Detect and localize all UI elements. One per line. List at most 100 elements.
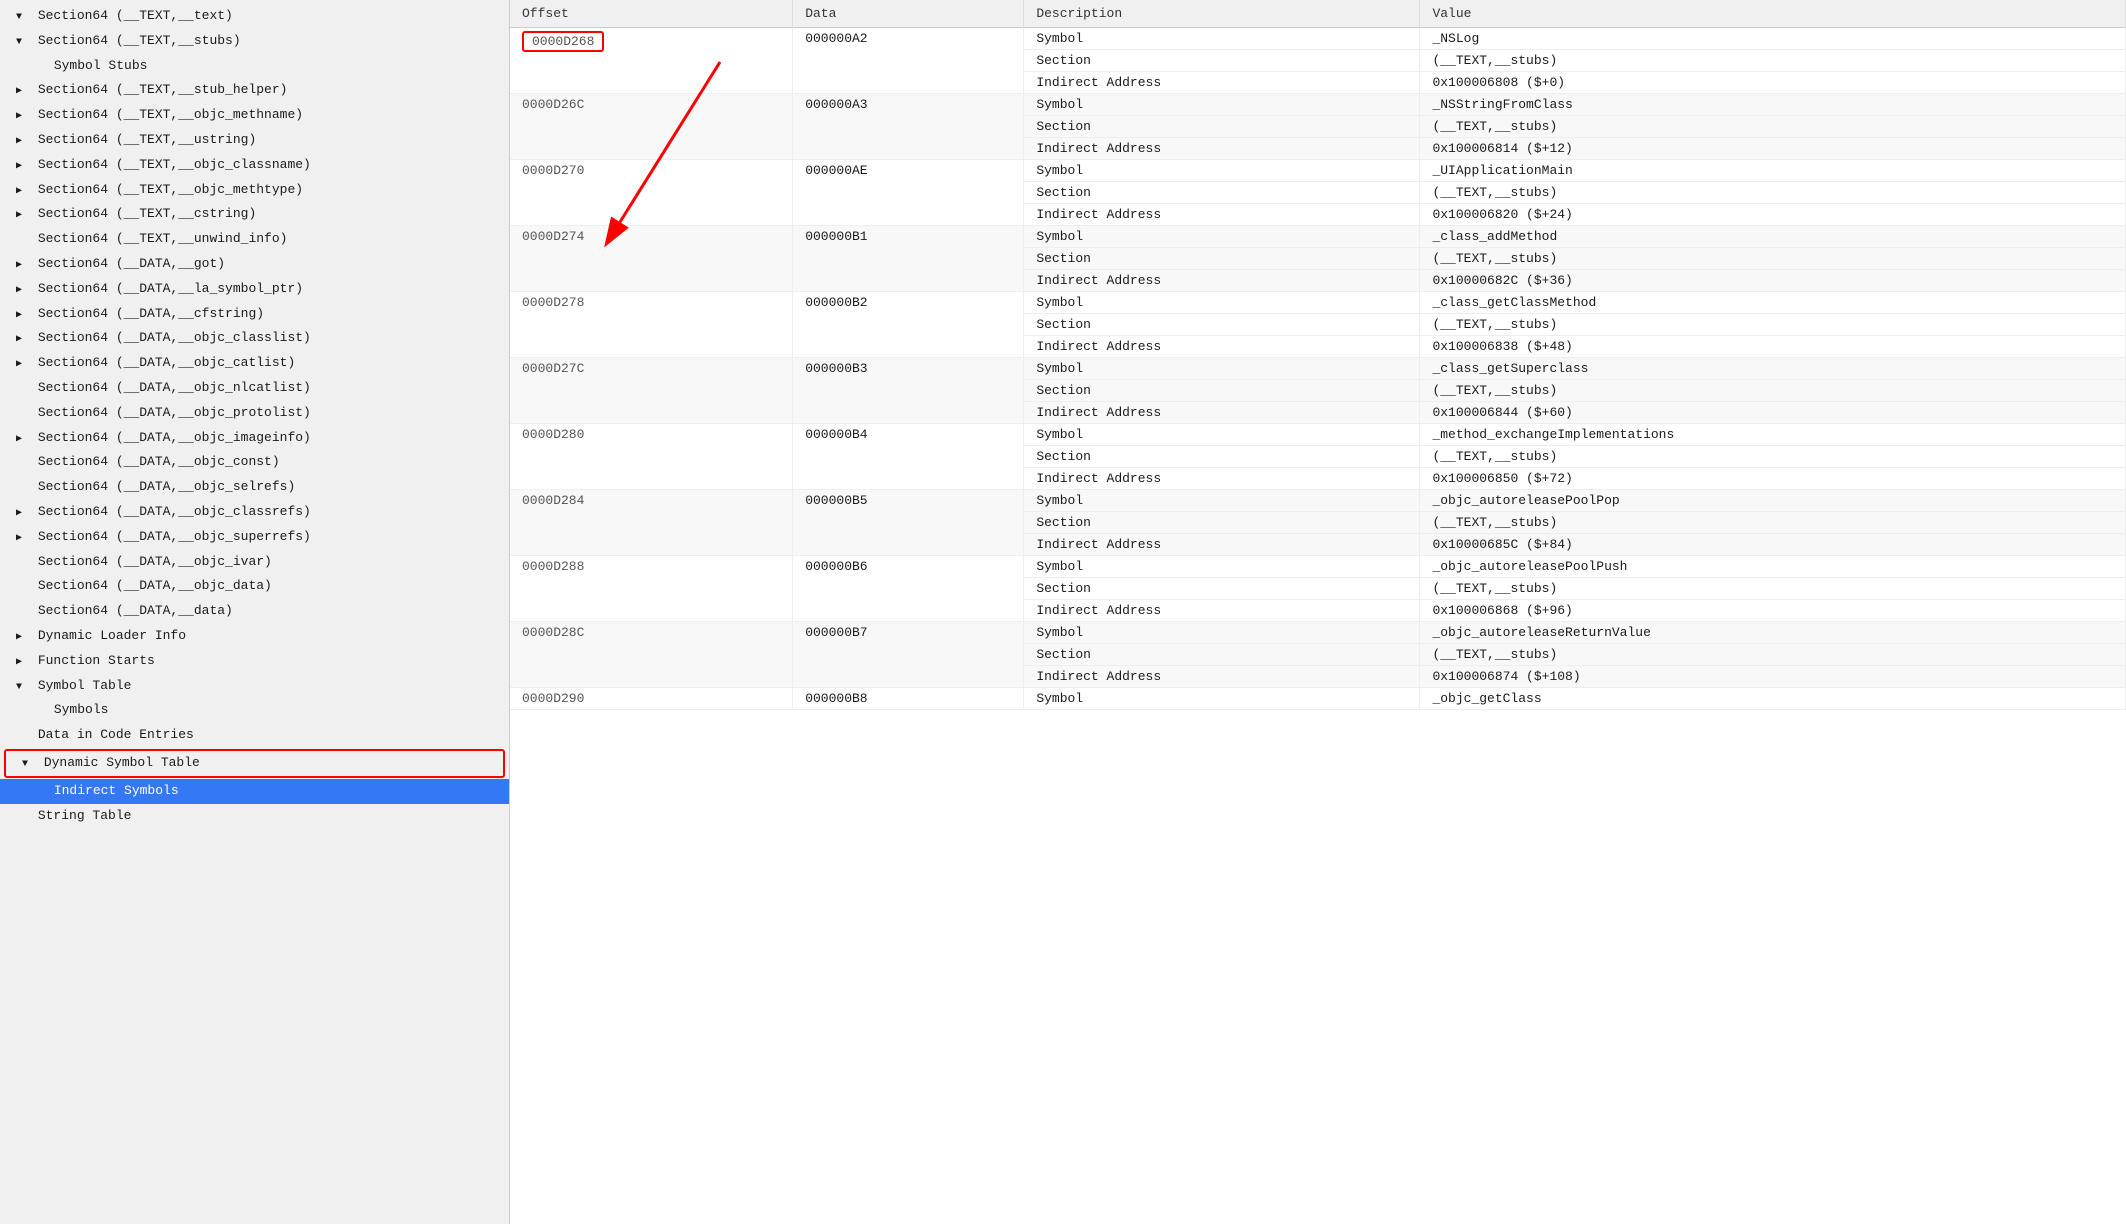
offset-cell: 0000D280 (510, 424, 793, 490)
value-cell: (__TEXT,__stubs) (1420, 248, 2126, 270)
sidebar-item-section64-text-stub-helper[interactable]: Section64 (__TEXT,__stub_helper) (0, 78, 509, 103)
description-cell: Section (1024, 644, 1420, 666)
table-row: 0000D268000000A2Symbol_NSLog (510, 28, 2126, 50)
sidebar-item-label: Section64 (__DATA,__objc_classlist) (38, 330, 311, 345)
sidebar-item-label: Symbol Stubs (54, 58, 148, 73)
description-cell: Symbol (1024, 556, 1420, 578)
table-row: 0000D274000000B1Symbol_class_addMethod (510, 226, 2126, 248)
expand-icon (16, 651, 30, 672)
sidebar-item-section64-data-objc-protolist[interactable]: Section64 (__DATA,__objc_protolist) (0, 401, 509, 426)
sidebar-item-label: Section64 (__DATA,__objc_selrefs) (38, 479, 295, 494)
sidebar-item-symbol-stubs[interactable]: Symbol Stubs (0, 54, 509, 79)
description-cell: Indirect Address (1024, 72, 1420, 94)
main-content: Offset Data Description Value 0000D26800… (510, 0, 2126, 1224)
value-cell: 0x100006844 ($+60) (1420, 402, 2126, 424)
sidebar-item-data-in-code-entries[interactable]: Data in Code Entries (0, 723, 509, 748)
value-cell: (__TEXT,__stubs) (1420, 182, 2126, 204)
expand-icon (16, 204, 30, 225)
value-cell: 0x10000682C ($+36) (1420, 270, 2126, 292)
table-row: 0000D27C000000B3Symbol_class_getSupercla… (510, 358, 2126, 380)
description-cell: Symbol (1024, 292, 1420, 314)
description-cell: Section (1024, 248, 1420, 270)
data-cell: 000000B5 (793, 490, 1024, 556)
description-cell: Symbol (1024, 622, 1420, 644)
table-row: 0000D288000000B6Symbol_objc_autoreleaseP… (510, 556, 2126, 578)
sidebar-item-section64-text-ustring[interactable]: Section64 (__TEXT,__ustring) (0, 128, 509, 153)
sidebar-item-section64-data-objc-classrefs[interactable]: Section64 (__DATA,__objc_classrefs) (0, 500, 509, 525)
sidebar-item-section64-data-cfstring[interactable]: Section64 (__DATA,__cfstring) (0, 302, 509, 327)
sidebar-item-label: Section64 (__TEXT,__objc_classname) (38, 157, 311, 172)
sidebar-item-label: Section64 (__DATA,__got) (38, 256, 225, 271)
description-cell: Indirect Address (1024, 138, 1420, 160)
sidebar-item-label: Section64 (__DATA,__objc_imageinfo) (38, 430, 311, 445)
description-cell: Symbol (1024, 688, 1420, 710)
description-cell: Symbol (1024, 424, 1420, 446)
sidebar-item-string-table[interactable]: String Table (0, 804, 509, 829)
sidebar-item-dynamic-symbol-table[interactable]: Dynamic Symbol Table (4, 749, 505, 778)
sidebar-item-label: Section64 (__DATA,__cfstring) (38, 306, 264, 321)
expand-icon (16, 130, 30, 151)
description-cell: Section (1024, 578, 1420, 600)
data-cell: 000000A2 (793, 28, 1024, 94)
sidebar-item-section64-data-objc-classlist[interactable]: Section64 (__DATA,__objc_classlist) (0, 326, 509, 351)
data-cell: 000000A3 (793, 94, 1024, 160)
value-cell: (__TEXT,__stubs) (1420, 578, 2126, 600)
sidebar-item-function-starts[interactable]: Function Starts (0, 649, 509, 674)
description-cell: Section (1024, 116, 1420, 138)
sidebar-item-section64-data-objc-data[interactable]: Section64 (__DATA,__objc_data) (0, 574, 509, 599)
sidebar-item-label: Section64 (__TEXT,__objc_methtype) (38, 182, 303, 197)
expand-icon (16, 279, 30, 300)
description-cell: Section (1024, 380, 1420, 402)
sidebar-item-section64-data-objc-const[interactable]: Section64 (__DATA,__objc_const) (0, 450, 509, 475)
value-cell: (__TEXT,__stubs) (1420, 116, 2126, 138)
value-cell: (__TEXT,__stubs) (1420, 50, 2126, 72)
data-cell: 000000B2 (793, 292, 1024, 358)
sidebar-item-section64-data-objc-selrefs[interactable]: Section64 (__DATA,__objc_selrefs) (0, 475, 509, 500)
description-cell: Section (1024, 182, 1420, 204)
sidebar-item-section64-data-got[interactable]: Section64 (__DATA,__got) (0, 252, 509, 277)
sidebar-item-section64-text-text[interactable]: Section64 (__TEXT,__text) (0, 4, 509, 29)
sidebar-item-label: Symbol Table (38, 678, 132, 693)
table-row: 0000D26C000000A3Symbol_NSStringFromClass (510, 94, 2126, 116)
sidebar-item-label: Section64 (__DATA,__objc_catlist) (38, 355, 295, 370)
highlighted-offset: 0000D268 (522, 31, 604, 52)
sidebar-item-section64-data-objc-ivar[interactable]: Section64 (__DATA,__objc_ivar) (0, 550, 509, 575)
sidebar-item-section64-data-objc-nlcatlist[interactable]: Section64 (__DATA,__objc_nlcatlist) (0, 376, 509, 401)
sidebar-item-symbols[interactable]: Symbols (0, 698, 509, 723)
sidebar-item-section64-data-la-symbol-ptr[interactable]: Section64 (__DATA,__la_symbol_ptr) (0, 277, 509, 302)
sidebar-item-section64-text-cstring[interactable]: Section64 (__TEXT,__cstring) (0, 202, 509, 227)
expand-icon (16, 31, 30, 52)
sidebar-item-section64-text-objc-methtype[interactable]: Section64 (__TEXT,__objc_methtype) (0, 178, 509, 203)
sidebar-item-label: Dynamic Loader Info (38, 628, 186, 643)
sidebar-item-section64-text-unwind-info[interactable]: Section64 (__TEXT,__unwind_info) (0, 227, 509, 252)
sidebar-item-section64-text-objc-classname[interactable]: Section64 (__TEXT,__objc_classname) (0, 153, 509, 178)
sidebar-item-label: Section64 (__DATA,__objc_ivar) (38, 554, 272, 569)
table-row: 0000D284000000B5Symbol_objc_autoreleaseP… (510, 490, 2126, 512)
sidebar-item-section64-data-objc-superrefs[interactable]: Section64 (__DATA,__objc_superrefs) (0, 525, 509, 550)
sidebar-item-section64-text-stubs[interactable]: Section64 (__TEXT,__stubs) (0, 29, 509, 54)
sidebar-item-dynamic-loader-info[interactable]: Dynamic Loader Info (0, 624, 509, 649)
sidebar-item-label: Section64 (__DATA,__objc_classrefs) (38, 504, 311, 519)
sidebar-item-section64-data-objc-imageinfo[interactable]: Section64 (__DATA,__objc_imageinfo) (0, 426, 509, 451)
value-cell: 0x100006814 ($+12) (1420, 138, 2126, 160)
sidebar-item-section64-data-data[interactable]: Section64 (__DATA,__data) (0, 599, 509, 624)
expand-icon (16, 180, 30, 201)
expand-icon (16, 155, 30, 176)
description-cell: Indirect Address (1024, 600, 1420, 622)
data-cell: 000000B4 (793, 424, 1024, 490)
sidebar-item-symbol-table[interactable]: Symbol Table (0, 674, 509, 699)
value-cell: _objc_getClass (1420, 688, 2126, 710)
description-cell: Indirect Address (1024, 402, 1420, 424)
description-cell: Symbol (1024, 94, 1420, 116)
sidebar-item-label: Indirect Symbols (54, 783, 179, 798)
value-cell: _objc_autoreleasePoolPop (1420, 490, 2126, 512)
sidebar-item-section64-text-objc-methname[interactable]: Section64 (__TEXT,__objc_methname) (0, 103, 509, 128)
sidebar-item-section64-data-objc-catlist[interactable]: Section64 (__DATA,__objc_catlist) (0, 351, 509, 376)
data-cell: 000000B8 (793, 688, 1024, 710)
sidebar-item-indirect-symbols[interactable]: Indirect Symbols (0, 779, 509, 804)
expand-icon (16, 502, 30, 523)
sidebar-item-label: Section64 (__TEXT,__stubs) (38, 33, 241, 48)
description-cell: Indirect Address (1024, 666, 1420, 688)
expand-icon (16, 328, 30, 349)
description-cell: Symbol (1024, 28, 1420, 50)
